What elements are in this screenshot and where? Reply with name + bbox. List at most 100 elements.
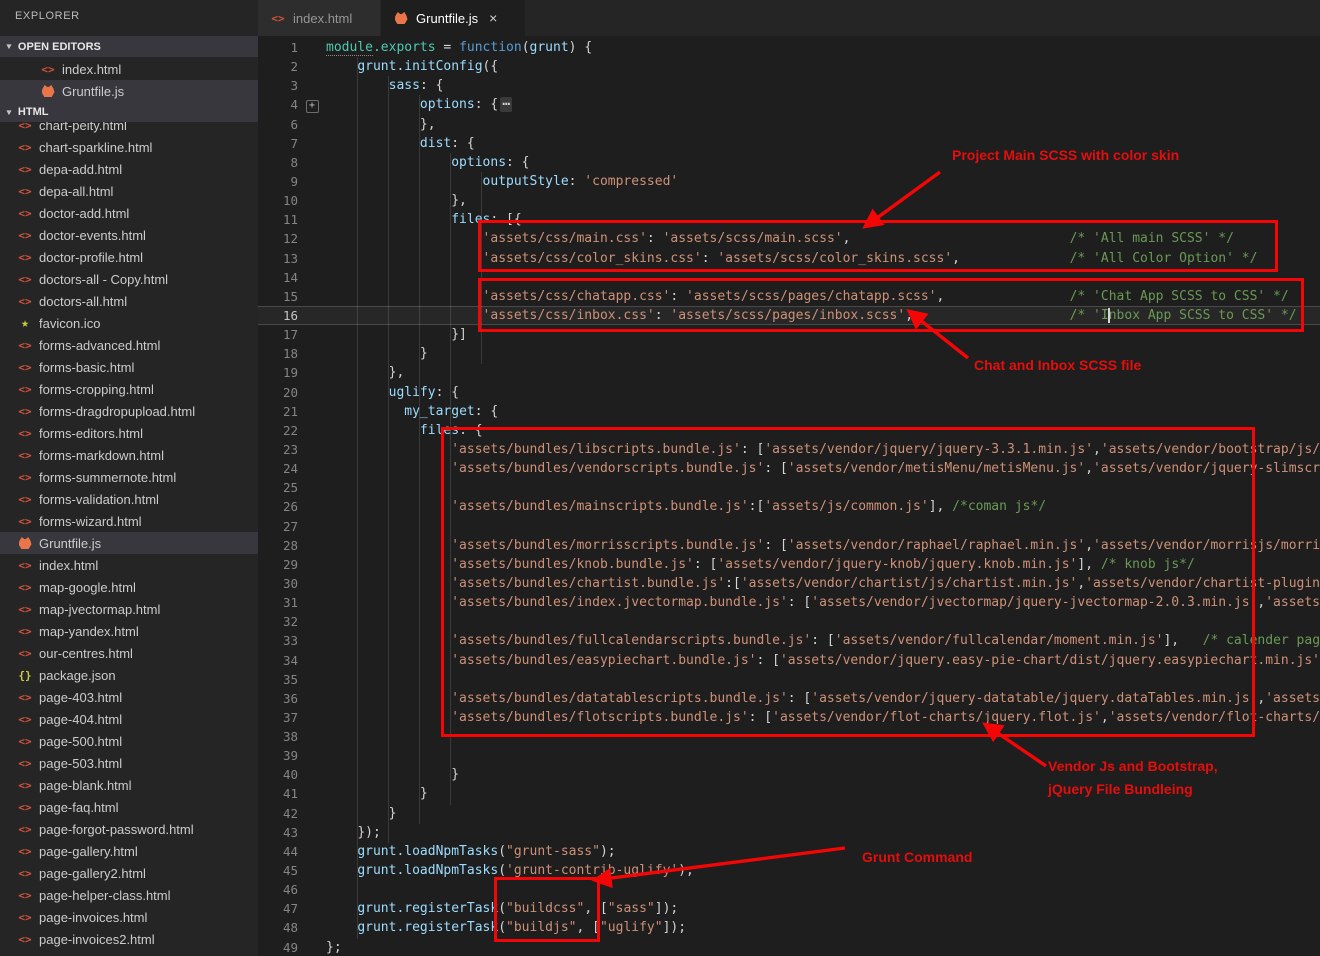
file-item[interactable]: <>doctors-all.html	[0, 290, 258, 312]
code-line[interactable]: 30 'assets/bundles/chartist.bundle.js':[…	[258, 574, 1320, 593]
code-line[interactable]: 49};	[258, 938, 1320, 956]
open-editors-header[interactable]: ▼ OPEN EDITORS	[0, 36, 258, 57]
file-item[interactable]: <>depa-all.html	[0, 180, 258, 202]
file-item[interactable]: <>page-500.html	[0, 730, 258, 752]
code-line[interactable]: 34 'assets/bundles/easypiechart.bundle.j…	[258, 651, 1320, 670]
code-line[interactable]: 23 'assets/bundles/libscripts.bundle.js'…	[258, 440, 1320, 459]
file-item[interactable]: <>page-blank.html	[0, 774, 258, 796]
code-line[interactable]: 39	[258, 746, 1320, 765]
code-line[interactable]: 32	[258, 612, 1320, 631]
file-item[interactable]: <>our-centres.html	[0, 642, 258, 664]
file-item[interactable]: <>forms-editors.html	[0, 422, 258, 444]
code-line[interactable]: 33 'assets/bundles/fullcalendarscripts.b…	[258, 631, 1320, 650]
code-line[interactable]: 6 },	[258, 115, 1320, 134]
code-line[interactable]: 43 });	[258, 823, 1320, 842]
code-line[interactable]: 37 'assets/bundles/flotscripts.bundle.js…	[258, 708, 1320, 727]
line-number: 6	[258, 115, 298, 134]
code-line[interactable]: 4+ options: {⋯	[258, 95, 1320, 114]
file-item[interactable]: <>page-invoices2.html	[0, 928, 258, 950]
code-line[interactable]: 19 },	[258, 363, 1320, 382]
file-item[interactable]: <>forms-markdown.html	[0, 444, 258, 466]
file-item[interactable]: <>forms-summernote.html	[0, 466, 258, 488]
file-name: doctors-all - Copy.html	[39, 272, 168, 287]
file-item[interactable]: <>page-helper-class.html	[0, 884, 258, 906]
code-line[interactable]: 10 },	[258, 191, 1320, 210]
code-line[interactable]: 11 files: [{	[258, 210, 1320, 229]
code-line[interactable]: 36 'assets/bundles/datatablescripts.bund…	[258, 689, 1320, 708]
code-line[interactable]: 47 grunt.registerTask("buildcss", ["sass…	[258, 899, 1320, 918]
file-item[interactable]: ★favicon.ico	[0, 312, 258, 334]
code-editor[interactable]: 1module.exports = function(grunt) {2 gru…	[258, 36, 1320, 956]
code-area[interactable]: 1module.exports = function(grunt) {2 gru…	[258, 38, 1320, 956]
file-item[interactable]: <>forms-wizard.html	[0, 510, 258, 532]
code-line[interactable]: 28 'assets/bundles/morrisscripts.bundle.…	[258, 536, 1320, 555]
file-item[interactable]: <>forms-validation.html	[0, 488, 258, 510]
code-line[interactable]: 9 outputStyle: 'compressed'	[258, 172, 1320, 191]
code-line[interactable]: 31 'assets/bundles/index.jvectormap.bund…	[258, 593, 1320, 612]
code-line[interactable]: 42 }	[258, 804, 1320, 823]
code-line[interactable]: 13 'assets/css/color_skins.css': 'assets…	[258, 249, 1320, 268]
code-line[interactable]: 2 grunt.initConfig({	[258, 57, 1320, 76]
file-item[interactable]: <>index.html	[0, 554, 258, 576]
tab-index-html[interactable]: <> index.html	[258, 0, 380, 36]
file-item[interactable]: <>doctors-all - Copy.html	[0, 268, 258, 290]
open-editor-item[interactable]: <>index.html	[0, 58, 258, 80]
code-line[interactable]: 22 files: {	[258, 421, 1320, 440]
code-line[interactable]: 21 my_target: {	[258, 402, 1320, 421]
file-item[interactable]: <>page-faq.html	[0, 796, 258, 818]
code-line[interactable]: 8 options: {	[258, 153, 1320, 172]
file-item[interactable]: <>page-gallery.html	[0, 840, 258, 862]
file-item[interactable]: <>doctor-events.html	[0, 224, 258, 246]
file-item[interactable]: <>page-invoices.html	[0, 906, 258, 928]
code-line[interactable]: 24 'assets/bundles/vendorscripts.bundle.…	[258, 459, 1320, 478]
html-section-header[interactable]: ▼ HTML	[0, 102, 258, 122]
file-item[interactable]: <>forms-advanced.html	[0, 334, 258, 356]
file-item[interactable]: <>page-503.html	[0, 752, 258, 774]
code-line[interactable]: 41 }	[258, 784, 1320, 803]
code-line[interactable]: 29 'assets/bundles/knob.bundle.js': ['as…	[258, 555, 1320, 574]
file-item[interactable]: <>page-404.html	[0, 708, 258, 730]
code-line[interactable]: 18 }	[258, 344, 1320, 363]
file-item[interactable]: <>forms-basic.html	[0, 356, 258, 378]
code-line[interactable]: 45 grunt.loadNpmTasks('grunt-contrib-ugl…	[258, 861, 1320, 880]
code-line[interactable]: 16 'assets/css/inbox.css': 'assets/scss/…	[258, 306, 1320, 325]
file-item[interactable]: <>forms-cropping.html	[0, 378, 258, 400]
code-line[interactable]: 26 'assets/bundles/mainscripts.bundle.js…	[258, 497, 1320, 516]
code-line[interactable]: 3 sass: {	[258, 76, 1320, 95]
file-item[interactable]: <>map-yandex.html	[0, 620, 258, 642]
file-item[interactable]: <>page-forgot-password.html	[0, 818, 258, 840]
tab-gruntfile-js[interactable]: Gruntfile.js ×	[381, 0, 525, 36]
code-line[interactable]: 27	[258, 517, 1320, 536]
code-line[interactable]: 44 grunt.loadNpmTasks("grunt-sass");	[258, 842, 1320, 861]
code-line[interactable]: 48 grunt.registerTask("buildjs", ["uglif…	[258, 918, 1320, 937]
file-item[interactable]: <>doctor-add.html	[0, 202, 258, 224]
code-line[interactable]: 17 }]	[258, 325, 1320, 344]
file-item[interactable]: <>page-403.html	[0, 686, 258, 708]
file-name: page-blank.html	[39, 778, 132, 793]
sidebar-file-list: <>chart-peity.html<>chart-sparkline.html…	[0, 0, 258, 956]
file-item[interactable]: <>doctor-profile.html	[0, 246, 258, 268]
code-line[interactable]: 15 'assets/css/chatapp.css': 'assets/scs…	[258, 287, 1320, 306]
close-icon[interactable]: ×	[489, 10, 497, 26]
code-line[interactable]: 25	[258, 478, 1320, 497]
code-line[interactable]: 20 uglify: {	[258, 383, 1320, 402]
file-item[interactable]: <>forms-dragdropupload.html	[0, 400, 258, 422]
code-line[interactable]: 35	[258, 670, 1320, 689]
file-item[interactable]: <>map-jvectormap.html	[0, 598, 258, 620]
file-item[interactable]: <>map-google.html	[0, 576, 258, 598]
file-item[interactable]: {}package.json	[0, 664, 258, 686]
fold-expand-icon[interactable]: +	[298, 95, 326, 114]
file-item[interactable]: <>chart-sparkline.html	[0, 136, 258, 158]
code-line[interactable]: 40 }	[258, 765, 1320, 784]
code-line[interactable]: 12 'assets/css/main.css': 'assets/scss/m…	[258, 229, 1320, 248]
code-line[interactable]: 7 dist: {	[258, 134, 1320, 153]
code-line[interactable]: 1module.exports = function(grunt) {	[258, 38, 1320, 57]
file-item[interactable]: <>depa-add.html	[0, 158, 258, 180]
file-item[interactable]: Gruntfile.js	[0, 532, 258, 554]
open-editor-item[interactable]: Gruntfile.js	[0, 80, 258, 102]
line-number: 20	[258, 383, 298, 402]
code-line[interactable]: 14	[258, 268, 1320, 287]
code-line[interactable]: 46	[258, 880, 1320, 899]
file-item[interactable]: <>page-gallery2.html	[0, 862, 258, 884]
code-line[interactable]: 38	[258, 727, 1320, 746]
